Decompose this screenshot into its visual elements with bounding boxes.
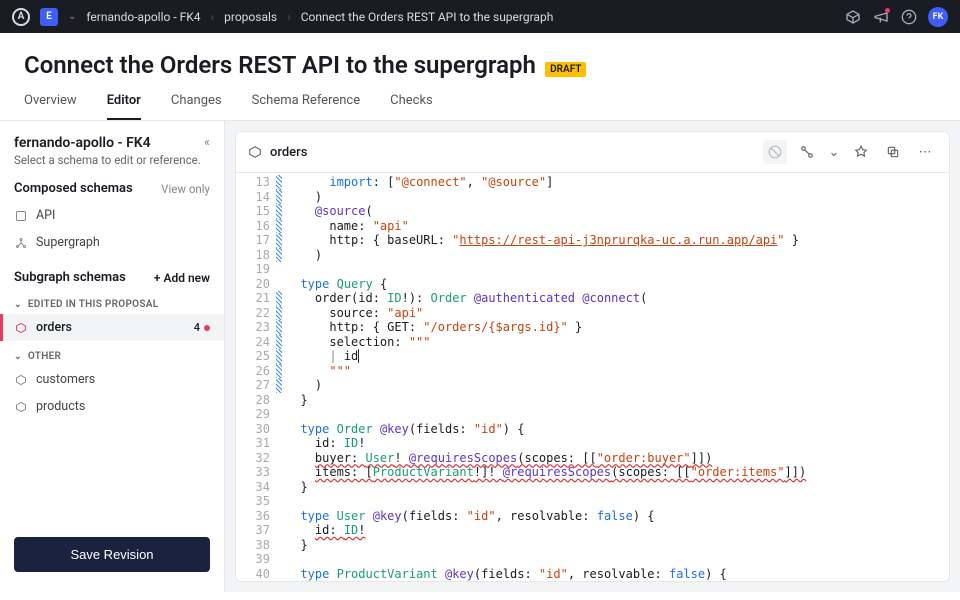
breadcrumb-graph[interactable]: fernando-apollo - FK4 bbox=[86, 10, 200, 24]
apollo-logo[interactable]: A bbox=[12, 8, 30, 26]
sidebar-item-label: products bbox=[36, 399, 85, 414]
tabs: Overview Editor Changes Schema Reference… bbox=[0, 79, 960, 121]
cube-icon bbox=[248, 145, 262, 159]
group-edited[interactable]: ⌄ EDITED IN THIS PROPOSAL bbox=[0, 289, 224, 314]
sidebar-item-supergraph[interactable]: Supergraph bbox=[0, 229, 224, 256]
code-line[interactable]: 22 source: "api" bbox=[236, 306, 949, 321]
code-line[interactable]: 13 import: ["@connect", "@source"] bbox=[236, 175, 949, 190]
sidebar: fernando-apollo - FK4 Select a schema to… bbox=[0, 121, 225, 592]
lint-icon[interactable] bbox=[849, 140, 873, 164]
code-line[interactable]: 30 type Order @key(fields: "id") { bbox=[236, 422, 949, 437]
code-line[interactable]: 28 } bbox=[236, 393, 949, 408]
code-line[interactable]: 39 bbox=[236, 552, 949, 567]
cube-icon[interactable] bbox=[844, 8, 862, 26]
page-title: Connect the Orders REST API to the super… bbox=[24, 51, 536, 79]
code-line[interactable]: 40 type ProductVariant @key(fields: "id"… bbox=[236, 567, 949, 582]
tab-overview[interactable]: Overview bbox=[24, 93, 77, 120]
status-badge: DRAFT bbox=[545, 62, 586, 77]
code-line[interactable]: 15 @source( bbox=[236, 204, 949, 219]
code-line[interactable]: 38 } bbox=[236, 538, 949, 553]
breadcrumb-proposals[interactable]: proposals bbox=[224, 10, 277, 24]
unsaved-dot bbox=[204, 325, 210, 331]
code-line[interactable]: 31 id: ID! bbox=[236, 436, 949, 451]
add-new-button[interactable]: + Add new bbox=[154, 271, 210, 285]
code-line[interactable]: 21 order(id: ID!): Order @authenticated … bbox=[236, 291, 949, 306]
chevron-down-icon[interactable]: ⌄ bbox=[68, 11, 76, 22]
breadcrumb-sep: › bbox=[287, 10, 291, 24]
code-line[interactable]: 25 | id bbox=[236, 349, 949, 364]
editor-pane: orders ⌄ ⋯ 13 import: ["@connect", "@sou… bbox=[225, 121, 960, 592]
code-line[interactable]: 34 } bbox=[236, 480, 949, 495]
code-line[interactable]: 26 """ bbox=[236, 364, 949, 379]
collapse-sidebar-icon[interactable]: « bbox=[204, 135, 210, 150]
code-line[interactable]: 23 http: { GET: "/orders/{$args.id}" } bbox=[236, 320, 949, 335]
code-line[interactable]: 20 type Query { bbox=[236, 277, 949, 292]
view-only-label: View only bbox=[161, 182, 210, 196]
breadcrumb-title[interactable]: Connect the Orders REST API to the super… bbox=[301, 10, 554, 24]
save-revision-button[interactable]: Save Revision bbox=[14, 537, 210, 572]
cube-icon bbox=[14, 400, 28, 414]
code-line[interactable]: 18 ) bbox=[236, 248, 949, 263]
page-header: Connect the Orders REST API to the super… bbox=[0, 33, 960, 79]
sidebar-item-label: Supergraph bbox=[36, 235, 100, 250]
announce-icon[interactable] bbox=[872, 8, 890, 26]
org-badge[interactable]: E bbox=[40, 8, 58, 26]
sidebar-item-label: orders bbox=[36, 320, 72, 335]
sidebar-item-orders[interactable]: orders 4 bbox=[0, 314, 224, 341]
tab-editor[interactable]: Editor bbox=[107, 93, 141, 120]
cube-icon bbox=[14, 321, 28, 335]
code-line[interactable]: 37 id: ID! bbox=[236, 523, 949, 538]
api-icon bbox=[14, 209, 28, 223]
copy-icon[interactable] bbox=[881, 140, 905, 164]
breadcrumb-sep: › bbox=[211, 10, 215, 24]
topbar: A E ⌄ fernando-apollo - FK4 › proposals … bbox=[0, 0, 960, 33]
subgraph-schemas-label: Subgraph schemas bbox=[14, 270, 126, 285]
code-line[interactable]: 14 ) bbox=[236, 190, 949, 205]
tab-checks[interactable]: Checks bbox=[390, 93, 433, 120]
sidebar-subtitle: Select a schema to edit or reference. bbox=[14, 153, 201, 167]
connectors-icon[interactable] bbox=[795, 140, 819, 164]
code-line[interactable]: 24 selection: """ bbox=[236, 335, 949, 350]
avatar[interactable]: FK bbox=[928, 7, 948, 27]
sidebar-item-products[interactable]: products bbox=[0, 393, 224, 420]
composed-schemas-label: Composed schemas bbox=[14, 181, 133, 196]
chevron-down-icon[interactable]: ⌄ bbox=[827, 140, 841, 164]
sidebar-item-label: API bbox=[36, 208, 55, 223]
sidebar-item-label: customers bbox=[36, 372, 95, 387]
code-line[interactable]: 29 bbox=[236, 407, 949, 422]
chevron-down-icon: ⌄ bbox=[14, 300, 22, 310]
sidebar-item-customers[interactable]: customers bbox=[0, 366, 224, 393]
code-line[interactable]: 33 items: [ProductVariant!]! @requiresSc… bbox=[236, 465, 949, 480]
tab-schema-reference[interactable]: Schema Reference bbox=[252, 93, 361, 120]
sidebar-title: fernando-apollo - FK4 bbox=[14, 135, 201, 151]
code-editor[interactable]: 13 import: ["@connect", "@source"]14 )15… bbox=[236, 173, 949, 581]
code-line[interactable]: 16 name: "api" bbox=[236, 219, 949, 234]
group-other[interactable]: ⌄ OTHER bbox=[0, 341, 224, 366]
editor-tab-bar: orders ⌄ ⋯ bbox=[236, 132, 949, 173]
discard-icon bbox=[763, 140, 787, 164]
code-line[interactable]: 27 ) bbox=[236, 378, 949, 393]
code-line[interactable]: 36 type User @key(fields: "id", resolvab… bbox=[236, 509, 949, 524]
code-line[interactable]: 17 http: { baseURL: "https://rest-api-j3… bbox=[236, 233, 949, 248]
supergraph-icon bbox=[14, 236, 28, 250]
chevron-down-icon: ⌄ bbox=[14, 352, 22, 362]
code-line[interactable]: 32 buyer: User! @requiresScopes(scopes: … bbox=[236, 451, 949, 466]
tab-changes[interactable]: Changes bbox=[171, 93, 222, 120]
help-icon[interactable] bbox=[900, 8, 918, 26]
code-line[interactable]: 35 bbox=[236, 494, 949, 509]
edit-count: 4 bbox=[194, 321, 200, 334]
editor-tab-title[interactable]: orders bbox=[270, 145, 307, 160]
cube-icon bbox=[14, 373, 28, 387]
sidebar-item-api[interactable]: API bbox=[0, 202, 224, 229]
code-line[interactable]: 19 bbox=[236, 262, 949, 277]
more-icon[interactable]: ⋯ bbox=[913, 140, 937, 164]
